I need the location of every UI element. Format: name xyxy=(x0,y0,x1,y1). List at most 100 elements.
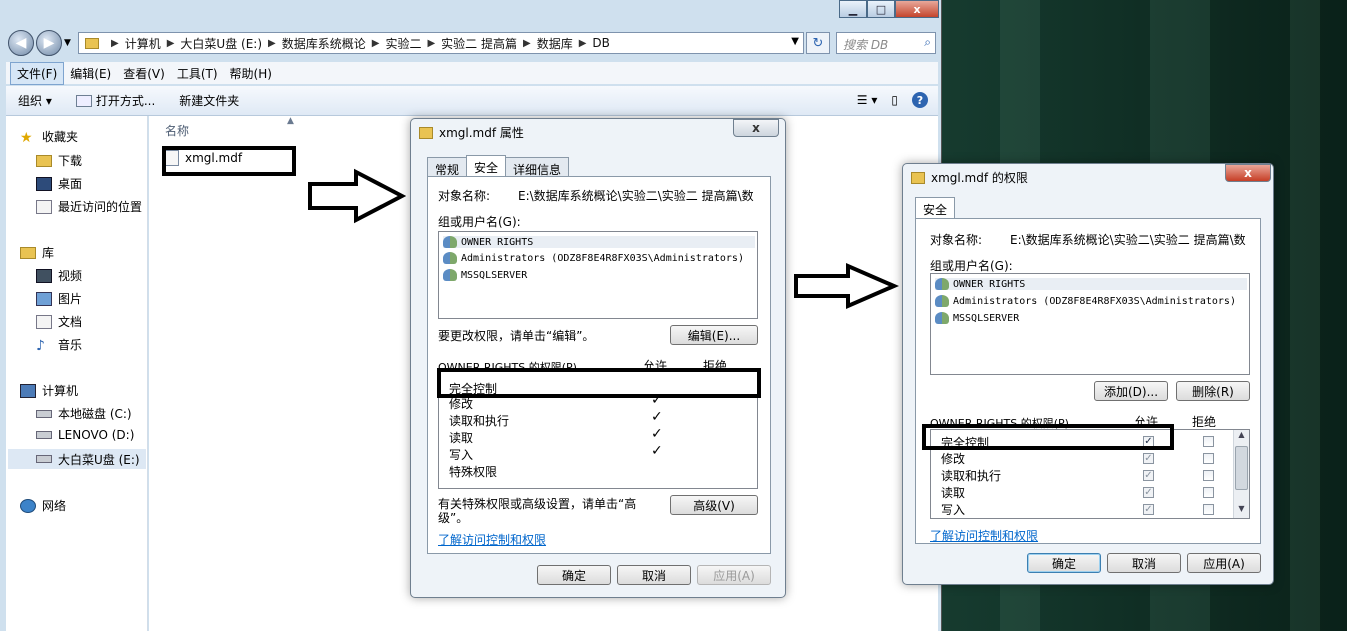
menu-help[interactable]: 帮助(H) xyxy=(224,63,278,84)
apply-button[interactable]: 应用(A) xyxy=(697,565,771,585)
breadcrumb-separator-icon[interactable]: ▶ xyxy=(427,38,435,49)
arrow-shape xyxy=(794,262,900,310)
address-dropdown-icon[interactable]: ▼ xyxy=(791,36,799,47)
breadcrumb-computer[interactable]: 计算机 xyxy=(125,35,161,52)
nav-recent[interactable]: 最近访问的位置 xyxy=(36,198,142,215)
scroll-up-icon[interactable]: ▲ xyxy=(1234,430,1249,444)
advanced-button[interactable]: 高级(V) xyxy=(670,495,758,515)
user-row-mssqlserver[interactable]: MSSQLSERVER xyxy=(935,312,1019,324)
nav-drive-d[interactable]: LENOVO (D:) xyxy=(36,428,134,442)
new-folder-button[interactable]: 新建文件夹 xyxy=(167,92,251,109)
menu-edit[interactable]: 编辑(E) xyxy=(64,63,117,84)
user-row-owner-rights[interactable]: OWNER RIGHTS xyxy=(443,236,755,248)
column-header-name[interactable]: 名称 xyxy=(165,122,189,139)
download-folder-icon xyxy=(36,154,52,167)
menu-view[interactable]: 查看(V) xyxy=(117,63,171,84)
breadcrumb-database[interactable]: 数据库 xyxy=(537,35,573,52)
perm-name: 读取 xyxy=(449,431,474,445)
annotation-arrow-right xyxy=(794,262,900,310)
scroll-down-icon[interactable]: ▼ xyxy=(1234,504,1249,518)
nav-music[interactable]: ♪ 音乐 xyxy=(36,336,82,354)
breadcrumb-separator-icon[interactable]: ▶ xyxy=(167,38,175,49)
breadcrumb-lab2[interactable]: 实验二 xyxy=(385,35,421,52)
breadcrumb-db[interactable]: DB xyxy=(592,36,609,50)
breadcrumb-separator-icon[interactable]: ▶ xyxy=(372,38,380,49)
perm-name: 修改 xyxy=(941,452,966,466)
access-control-link[interactable]: 了解访问控制和权限 xyxy=(930,527,1038,544)
nav-drive-e[interactable]: 大白菜U盘 (E:) xyxy=(8,449,146,469)
nav-documents[interactable]: 文档 xyxy=(36,313,82,330)
refresh-icon[interactable]: ↻ xyxy=(806,32,830,54)
minimize-button[interactable]: ▁ xyxy=(839,0,867,18)
mdf-file-icon xyxy=(419,126,433,139)
user-row-administrators[interactable]: Administrators (ODZ8F8E4R8FX03S\Administ… xyxy=(935,295,1236,307)
nav-pictures[interactable]: 图片 xyxy=(36,290,82,307)
cancel-button[interactable]: 取消 xyxy=(1107,553,1181,573)
close-button[interactable]: x xyxy=(733,119,779,137)
allow-modify-checkbox[interactable]: ✓ xyxy=(1143,453,1154,464)
breadcrumb-separator-icon[interactable]: ▶ xyxy=(111,38,119,49)
window-caption-buttons: ▁ □ x xyxy=(839,0,939,18)
forward-arrow-icon[interactable]: ▶ xyxy=(36,30,62,56)
ok-button[interactable]: 确定 xyxy=(537,565,611,585)
help-icon[interactable]: ? xyxy=(912,92,928,108)
nav-network[interactable]: 网络 xyxy=(20,497,66,514)
toolbar-right: ☰ ▾ ▯ ? xyxy=(857,92,928,108)
breadcrumb-drive-e[interactable]: 大白菜U盘 (E:) xyxy=(180,35,262,52)
nav-favorites[interactable]: ★ 收藏夹 xyxy=(20,128,79,146)
user-row-owner-rights[interactable]: OWNER RIGHTS xyxy=(935,278,1247,290)
breadcrumb-lab2-advanced[interactable]: 实验二 提高篇 xyxy=(441,35,517,52)
breadcrumb-separator-icon[interactable]: ▶ xyxy=(268,38,276,49)
nav-computer[interactable]: 计算机 xyxy=(20,382,78,399)
apply-button[interactable]: 应用(A) xyxy=(1187,553,1261,573)
remove-button[interactable]: 删除(R) xyxy=(1176,381,1250,401)
user-row-administrators[interactable]: Administrators (ODZ8F8E4R8FX03S\Administ… xyxy=(443,252,744,264)
address-bar[interactable]: ▶ 计算机 ▶ 大白菜U盘 (E:) ▶ 数据库系统概论 ▶ 实验二 ▶ 实验二… xyxy=(78,32,804,54)
nav-videos[interactable]: 视频 xyxy=(36,267,82,284)
history-dropdown-icon[interactable]: ▼ xyxy=(64,38,71,48)
allow-read-checkbox[interactable]: ✓ xyxy=(1143,487,1154,498)
permissions-scrollbar[interactable]: ▲ ▼ xyxy=(1233,430,1249,518)
deny-full-control-checkbox[interactable] xyxy=(1203,436,1214,447)
nav-label: 最近访问的位置 xyxy=(58,200,143,214)
deny-read-checkbox[interactable] xyxy=(1203,487,1214,498)
menu-file[interactable]: 文件(F) xyxy=(10,61,65,85)
perm-name: 写入 xyxy=(941,503,966,517)
nav-desktop[interactable]: 桌面 xyxy=(36,175,82,192)
scroll-thumb[interactable] xyxy=(1235,446,1248,490)
close-button[interactable]: x xyxy=(895,0,939,18)
ok-button[interactable]: 确定 xyxy=(1027,553,1101,573)
nav-libraries[interactable]: 库 xyxy=(20,244,54,261)
nav-drive-c[interactable]: 本地磁盘 (C:) xyxy=(36,405,132,422)
deny-read-execute-checkbox[interactable] xyxy=(1203,470,1214,481)
nav-label: 下载 xyxy=(58,154,83,168)
dialog-title-text: xmgl.mdf 的权限 xyxy=(931,171,1028,185)
allow-read-execute-checkbox[interactable]: ✓ xyxy=(1143,470,1154,481)
nav-label: 收藏夹 xyxy=(42,130,79,144)
close-button[interactable]: x xyxy=(1225,164,1271,182)
cancel-button[interactable]: 取消 xyxy=(617,565,691,585)
open-with-button[interactable]: 打开方式... xyxy=(64,92,167,109)
search-input[interactable]: 搜索 DB ⌕ xyxy=(836,32,936,54)
menu-tools[interactable]: 工具(T) xyxy=(171,63,224,84)
access-control-link[interactable]: 了解访问控制和权限 xyxy=(438,531,546,548)
search-icon[interactable]: ⌕ xyxy=(924,35,931,50)
organize-button[interactable]: 组织 ▾ xyxy=(6,92,64,109)
deny-modify-checkbox[interactable] xyxy=(1203,453,1214,464)
edit-button[interactable]: 编辑(E)... xyxy=(670,325,758,345)
view-options-icon[interactable]: ☰ ▾ xyxy=(857,93,878,107)
nav-downloads[interactable]: 下载 xyxy=(36,152,82,169)
allow-write-checkbox[interactable]: ✓ xyxy=(1143,504,1154,515)
user-row-mssqlserver[interactable]: MSSQLSERVER xyxy=(443,269,527,281)
deny-write-checkbox[interactable] xyxy=(1203,504,1214,515)
preview-pane-icon[interactable]: ▯ xyxy=(891,93,898,107)
menu-bar: 文件(F) 编辑(E) 查看(V) 工具(T) 帮助(H) xyxy=(6,61,938,85)
breadcrumb-db-course[interactable]: 数据库系统概论 xyxy=(282,35,366,52)
breadcrumb-separator-icon[interactable]: ▶ xyxy=(579,38,587,49)
add-button[interactable]: 添加(D)... xyxy=(1094,381,1168,401)
nav-label: 大白菜U盘 (E:) xyxy=(58,452,140,467)
perm-name: 写入 xyxy=(449,448,474,462)
back-arrow-icon[interactable]: ◀ xyxy=(8,30,34,56)
maximize-button[interactable]: □ xyxy=(867,0,895,18)
breadcrumb-separator-icon[interactable]: ▶ xyxy=(523,38,531,49)
